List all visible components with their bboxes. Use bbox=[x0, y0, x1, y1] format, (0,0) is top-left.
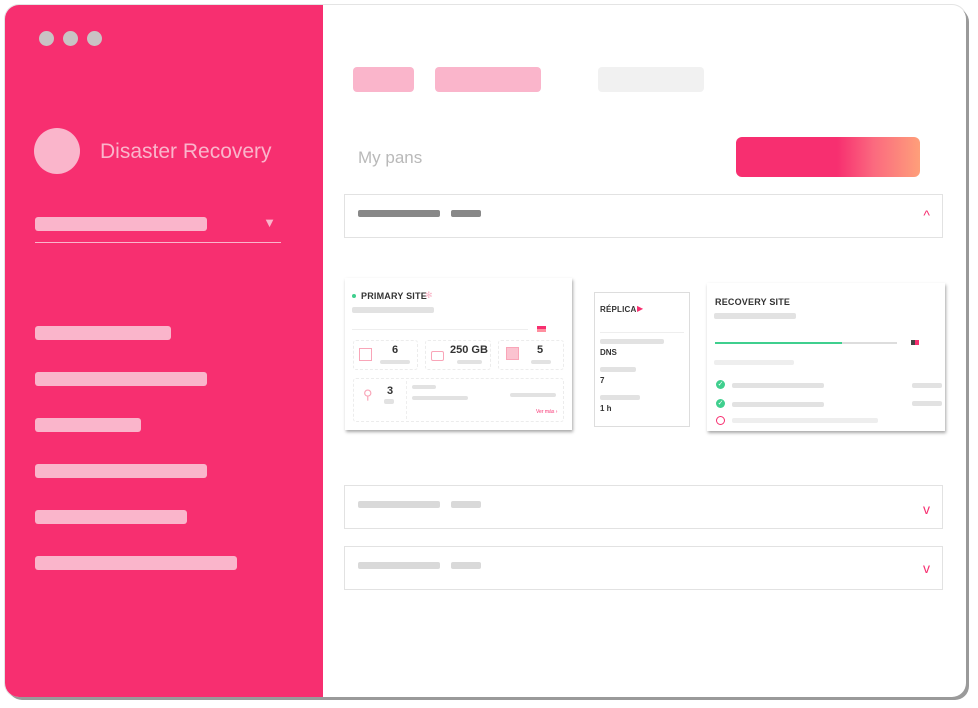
location-count: 3 bbox=[387, 385, 394, 397]
chevron-down-icon[interactable]: v bbox=[923, 560, 930, 576]
sidebar-item-4[interactable] bbox=[35, 464, 207, 478]
stat-servers: 6 bbox=[353, 340, 418, 370]
workspace-select[interactable]: ▼ bbox=[35, 213, 281, 243]
sidebar-item-6[interactable] bbox=[35, 556, 237, 570]
replica-card: RÉPLICA ▶ DNS 7 1 h bbox=[594, 292, 690, 427]
recovery-progress-track bbox=[715, 342, 897, 344]
app-title: Disaster Recovery bbox=[100, 140, 272, 163]
plan-meta-placeholder bbox=[451, 210, 481, 217]
page-title: My pans bbox=[358, 148, 423, 167]
stat-value: 6 bbox=[392, 344, 399, 356]
chevron-down-icon: ▼ bbox=[263, 215, 276, 230]
stat-value: 250 GB bbox=[450, 344, 488, 356]
server-icon bbox=[359, 348, 372, 361]
ver-mas-link[interactable]: Ver más › bbox=[536, 409, 557, 415]
primary-action-button[interactable] bbox=[736, 137, 920, 177]
status-dot bbox=[352, 294, 356, 298]
flag-icon bbox=[537, 326, 546, 332]
plan-name-placeholder bbox=[358, 562, 440, 569]
sidebar-nav bbox=[35, 326, 237, 602]
stat-network: 5 bbox=[498, 340, 564, 370]
tab-1[interactable] bbox=[353, 67, 414, 92]
recovery-progress-fill bbox=[715, 342, 843, 344]
plan-accordion-2[interactable]: v bbox=[344, 485, 943, 529]
chevron-up-icon[interactable]: ^ bbox=[923, 207, 930, 223]
plan-meta-placeholder bbox=[451, 562, 481, 569]
replica-dns: DNS bbox=[600, 348, 617, 357]
sidebar: Disaster Recovery ▼ bbox=[5, 5, 323, 697]
sidebar-item-3[interactable] bbox=[35, 418, 141, 432]
primary-site-card: PRIMARY SITE ✻ 6 250 GB 5 ⚲ 3 Ver más › bbox=[345, 278, 572, 430]
plan-accordion-1[interactable]: ^ bbox=[344, 194, 943, 238]
check-done-icon: ✓ bbox=[716, 380, 725, 389]
window-maximize-button[interactable] bbox=[87, 31, 102, 46]
sidebar-item-2[interactable] bbox=[35, 372, 207, 386]
select-value-placeholder bbox=[35, 217, 207, 231]
location-pin-icon: ⚲ bbox=[363, 387, 373, 402]
plan-name-placeholder bbox=[358, 501, 440, 508]
network-icon bbox=[506, 347, 519, 360]
tab-2[interactable] bbox=[435, 67, 541, 92]
plan-meta-placeholder bbox=[451, 501, 481, 508]
tab-3[interactable] bbox=[598, 67, 704, 92]
replica-count: 7 bbox=[600, 376, 605, 385]
stat-value: 5 bbox=[537, 344, 544, 356]
disk-icon bbox=[431, 351, 444, 361]
replica-interval: 1 h bbox=[600, 404, 612, 413]
avatar[interactable] bbox=[34, 128, 80, 174]
play-icon[interactable]: ▶ bbox=[637, 304, 643, 313]
replica-title: RÉPLICA bbox=[600, 305, 637, 314]
window-minimize-button[interactable] bbox=[63, 31, 78, 46]
sidebar-item-1[interactable] bbox=[35, 326, 171, 340]
stat-storage: 250 GB bbox=[425, 340, 491, 370]
plan-name-placeholder bbox=[358, 210, 440, 217]
plan-accordion-3[interactable]: v bbox=[344, 546, 943, 590]
recovery-site-title: RECOVERY SITE bbox=[715, 297, 791, 307]
location-panel: ⚲ 3 Ver más › bbox=[353, 378, 564, 422]
flag-icon bbox=[911, 340, 919, 345]
divider bbox=[352, 329, 528, 330]
settings-icon[interactable]: ✻ bbox=[425, 290, 433, 301]
sidebar-item-5[interactable] bbox=[35, 510, 187, 524]
window-controls bbox=[39, 31, 102, 46]
primary-site-title: PRIMARY SITE bbox=[361, 291, 427, 301]
pending-spinner-icon bbox=[716, 416, 725, 425]
chevron-down-icon[interactable]: v bbox=[923, 501, 930, 517]
window-close-button[interactable] bbox=[39, 31, 54, 46]
check-done-icon: ✓ bbox=[716, 399, 725, 408]
site-subtitle-placeholder bbox=[352, 307, 434, 313]
app-window: Disaster Recovery ▼ My pans ^ PRIMARY SI… bbox=[5, 5, 966, 697]
main-content: My pans ^ PRIMARY SITE ✻ 6 250 GB 5 ⚲ 3 … bbox=[323, 5, 966, 697]
recovery-site-card: RECOVERY SITE ✓ ✓ bbox=[707, 283, 945, 431]
